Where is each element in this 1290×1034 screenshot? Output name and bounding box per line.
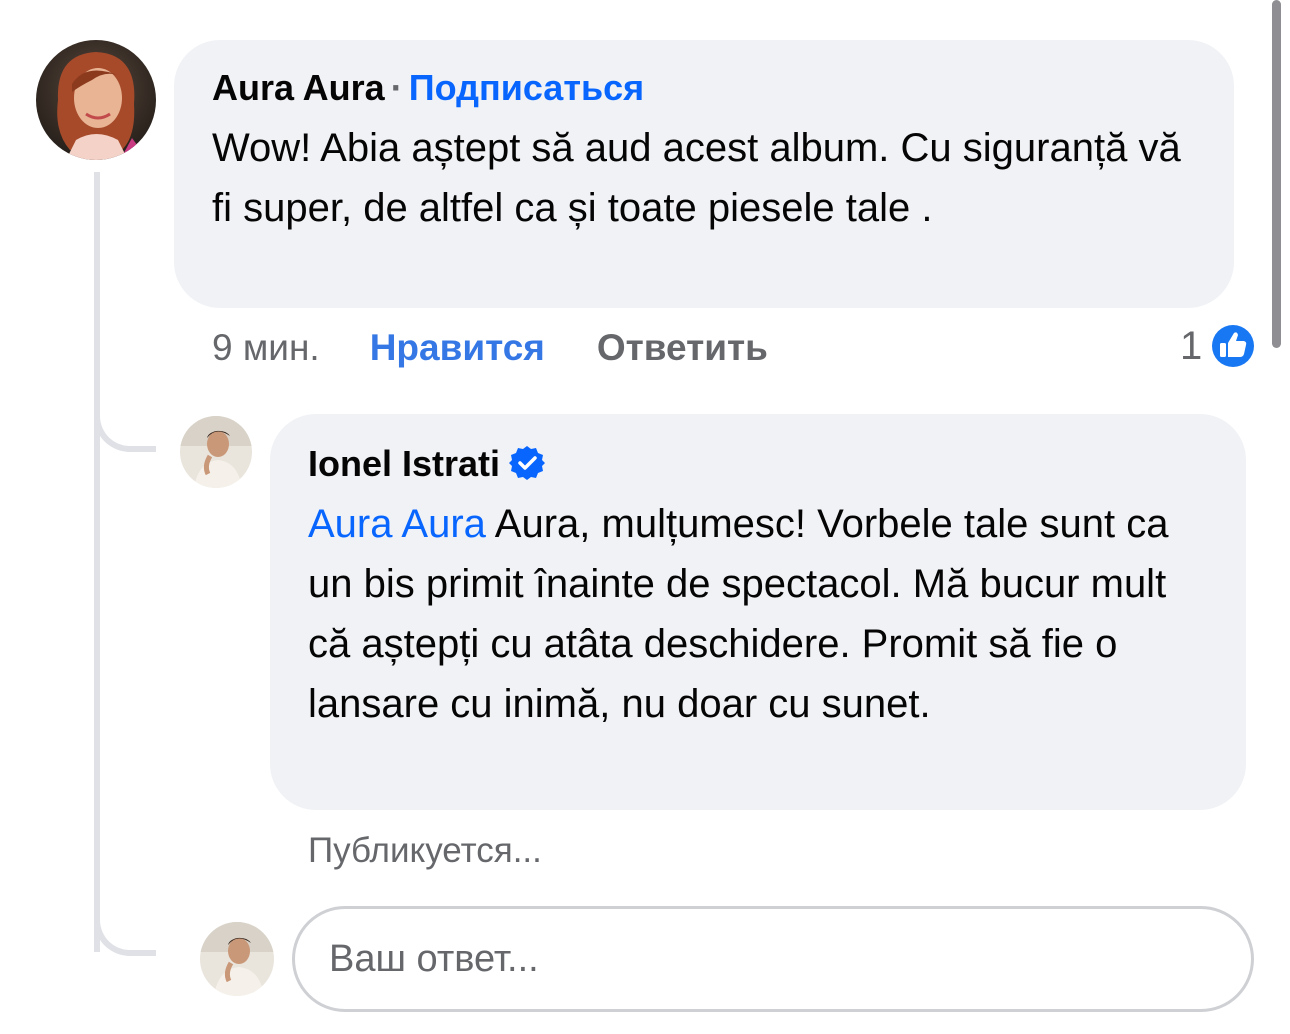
verified-badge-icon	[508, 444, 546, 482]
like-button[interactable]: Нравится	[370, 322, 545, 374]
reply-input[interactable]	[292, 906, 1254, 1012]
reply-text: Aura Aura Aura, mulțumesc! Vorbele tale …	[308, 494, 1208, 734]
scrollbar[interactable]	[1272, 0, 1281, 348]
like-thumb-icon	[1208, 321, 1258, 371]
mention-link[interactable]: Aura Aura	[308, 502, 486, 546]
thread-branch-composer	[94, 906, 156, 956]
comment-header: Aura Aura · Подписаться	[212, 66, 1196, 110]
reply-author-name[interactable]: Ionel Istrati	[308, 443, 500, 484]
thread-connector-line	[94, 172, 100, 952]
comment-actions: 9 мин. Нравится Ответить	[212, 322, 768, 374]
separator-dot: ·	[390, 67, 403, 108]
reaction-summary[interactable]: 1	[1180, 318, 1258, 374]
reply-button[interactable]: Ответить	[597, 322, 768, 374]
comment-bubble: Aura Aura · Подписаться Wow! Abia aștept s…	[174, 40, 1234, 308]
thread-branch-reply	[94, 402, 156, 452]
reply-header: Ionel Istrati	[308, 442, 1208, 486]
publishing-status: Публикуется...	[308, 831, 542, 870]
reaction-count: 1	[1180, 323, 1203, 368]
avatar-ionel[interactable]	[180, 416, 252, 488]
avatar-current-user	[200, 922, 274, 996]
follow-button[interactable]: Подписаться	[409, 67, 644, 108]
comment-text: Wow! Abia aștept să aud acest album. Cu …	[212, 126, 1181, 230]
comment-author-name[interactable]: Aura Aura	[212, 67, 385, 108]
reply-bubble: Ionel Istrati Aura Aura Aura, mulțumesc!…	[270, 414, 1246, 810]
comment-timestamp[interactable]: 9 мин.	[212, 322, 320, 374]
avatar-aura[interactable]	[36, 40, 156, 160]
